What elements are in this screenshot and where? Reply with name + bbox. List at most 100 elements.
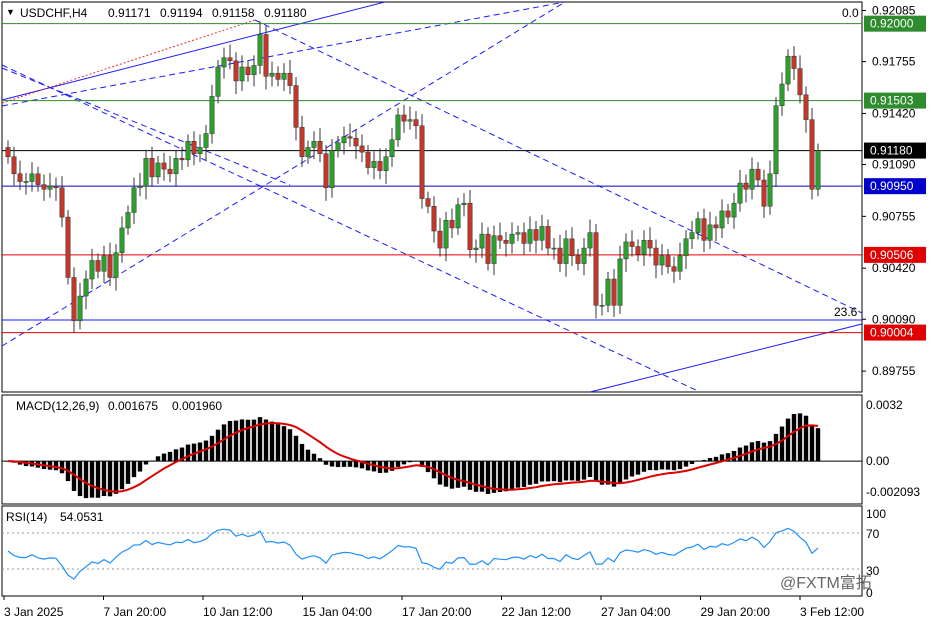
candle-body (713, 224, 719, 229)
level-label-text: 0.91503 (870, 94, 914, 108)
candle-body (455, 204, 461, 229)
candle-body (707, 224, 713, 241)
candle-body (23, 181, 29, 183)
candle-body (197, 147, 203, 154)
candle-body (95, 260, 101, 272)
candle-body (725, 210, 731, 218)
rsi-tick-100: 100 (866, 507, 886, 521)
candle-body (431, 206, 437, 232)
macd-bar (347, 461, 353, 467)
macd-bar (317, 458, 323, 462)
macd-value-1: 0.001675 (108, 399, 158, 413)
usdchf-chart: 0.920850.917550.914200.910900.907550.904… (1, 1, 926, 619)
candle-body (149, 158, 155, 178)
macd-bar (449, 461, 455, 489)
macd-bar (95, 461, 101, 498)
macd-bar (185, 444, 191, 462)
macd-bar (563, 461, 569, 481)
candle-body (119, 227, 125, 253)
candle-body (215, 66, 221, 97)
macd-bar (287, 429, 293, 462)
level-label-text: 0.92000 (870, 17, 914, 31)
candle-body (737, 182, 743, 204)
candle-body (689, 232, 695, 240)
candle-body (113, 252, 119, 278)
candle-body (527, 229, 533, 244)
candle-body (761, 179, 767, 207)
fib-label-23: 23.6 (834, 305, 858, 319)
candle-body (401, 114, 407, 122)
macd-bar (665, 461, 671, 470)
macd-bar (149, 460, 155, 462)
level-label-text: 0.90950 (870, 179, 914, 193)
rsi-tick-70: 70 (866, 527, 880, 541)
price-tick-label: 0.92085 (872, 4, 916, 18)
macd-bar (605, 461, 611, 485)
candle-body (719, 210, 725, 229)
macd-bar (143, 461, 149, 465)
time-tick-label: 10 Jan 12:00 (203, 605, 273, 619)
candle-body (659, 255, 665, 266)
collapse-triangle-icon[interactable]: ▼ (6, 7, 15, 17)
macd-bar (299, 443, 305, 462)
macd-bar (227, 420, 233, 462)
macd-tick-bottom: -0.002093 (866, 485, 920, 499)
candle-body (557, 247, 563, 264)
candle-body (329, 150, 335, 188)
candle-body (503, 240, 509, 244)
level-label-text: 0.90004 (870, 326, 914, 340)
candle-body (461, 202, 467, 205)
candle-body (695, 218, 701, 233)
ohlc-low: 0.91158 (212, 6, 255, 20)
macd-bar (695, 460, 701, 462)
candle-body (341, 136, 347, 144)
candle-body (395, 114, 401, 140)
candle-body (71, 277, 77, 322)
macd-bar (701, 459, 707, 462)
macd-bar (329, 461, 335, 467)
macd-bar (209, 435, 215, 462)
macd-bar (521, 461, 527, 487)
ohlc-open: 0.91171 (108, 6, 151, 20)
macd-bar (713, 456, 719, 462)
macd-bar (275, 424, 281, 462)
macd-bar (593, 461, 599, 482)
candle-body (599, 305, 605, 307)
candle-body (611, 278, 617, 306)
macd-bar (659, 461, 665, 470)
time-tick-label: 3 Jan 2025 (4, 605, 64, 619)
price-tick-label: 0.89755 (872, 364, 916, 378)
candle-body (635, 246, 641, 255)
candle-body (443, 219, 449, 249)
candle-body (191, 141, 197, 154)
time-axis: 3 Jan 2025 7 Jan 20:00 10 Jan 12:00 15 Jan … (3, 596, 864, 619)
candle-body (497, 235, 503, 241)
candle-body (209, 96, 215, 134)
macd-bar (767, 441, 773, 462)
macd-bar (677, 461, 683, 470)
candle-body (437, 230, 443, 249)
candle-body (281, 72, 287, 80)
candle-body (287, 72, 293, 86)
candle-body (305, 147, 311, 158)
candle-body (797, 68, 803, 96)
candle-body (419, 125, 425, 199)
candle-body (581, 247, 587, 264)
macd-bar (467, 461, 473, 490)
candle-body (473, 247, 479, 250)
macd-bar (545, 461, 551, 482)
macd-bar (407, 461, 413, 463)
macd-bar (473, 461, 479, 492)
candle-body (677, 255, 683, 272)
macd-bar (551, 461, 557, 482)
candle-body (179, 158, 185, 161)
macd-bar (167, 451, 173, 462)
candle-body (623, 241, 629, 260)
candle-body (53, 185, 59, 188)
macd-bar (797, 413, 803, 462)
candle-body (773, 105, 779, 175)
candle-body (41, 184, 47, 190)
macd-bar (641, 461, 647, 472)
macd-bar (395, 461, 401, 467)
candle-body (257, 34, 263, 66)
